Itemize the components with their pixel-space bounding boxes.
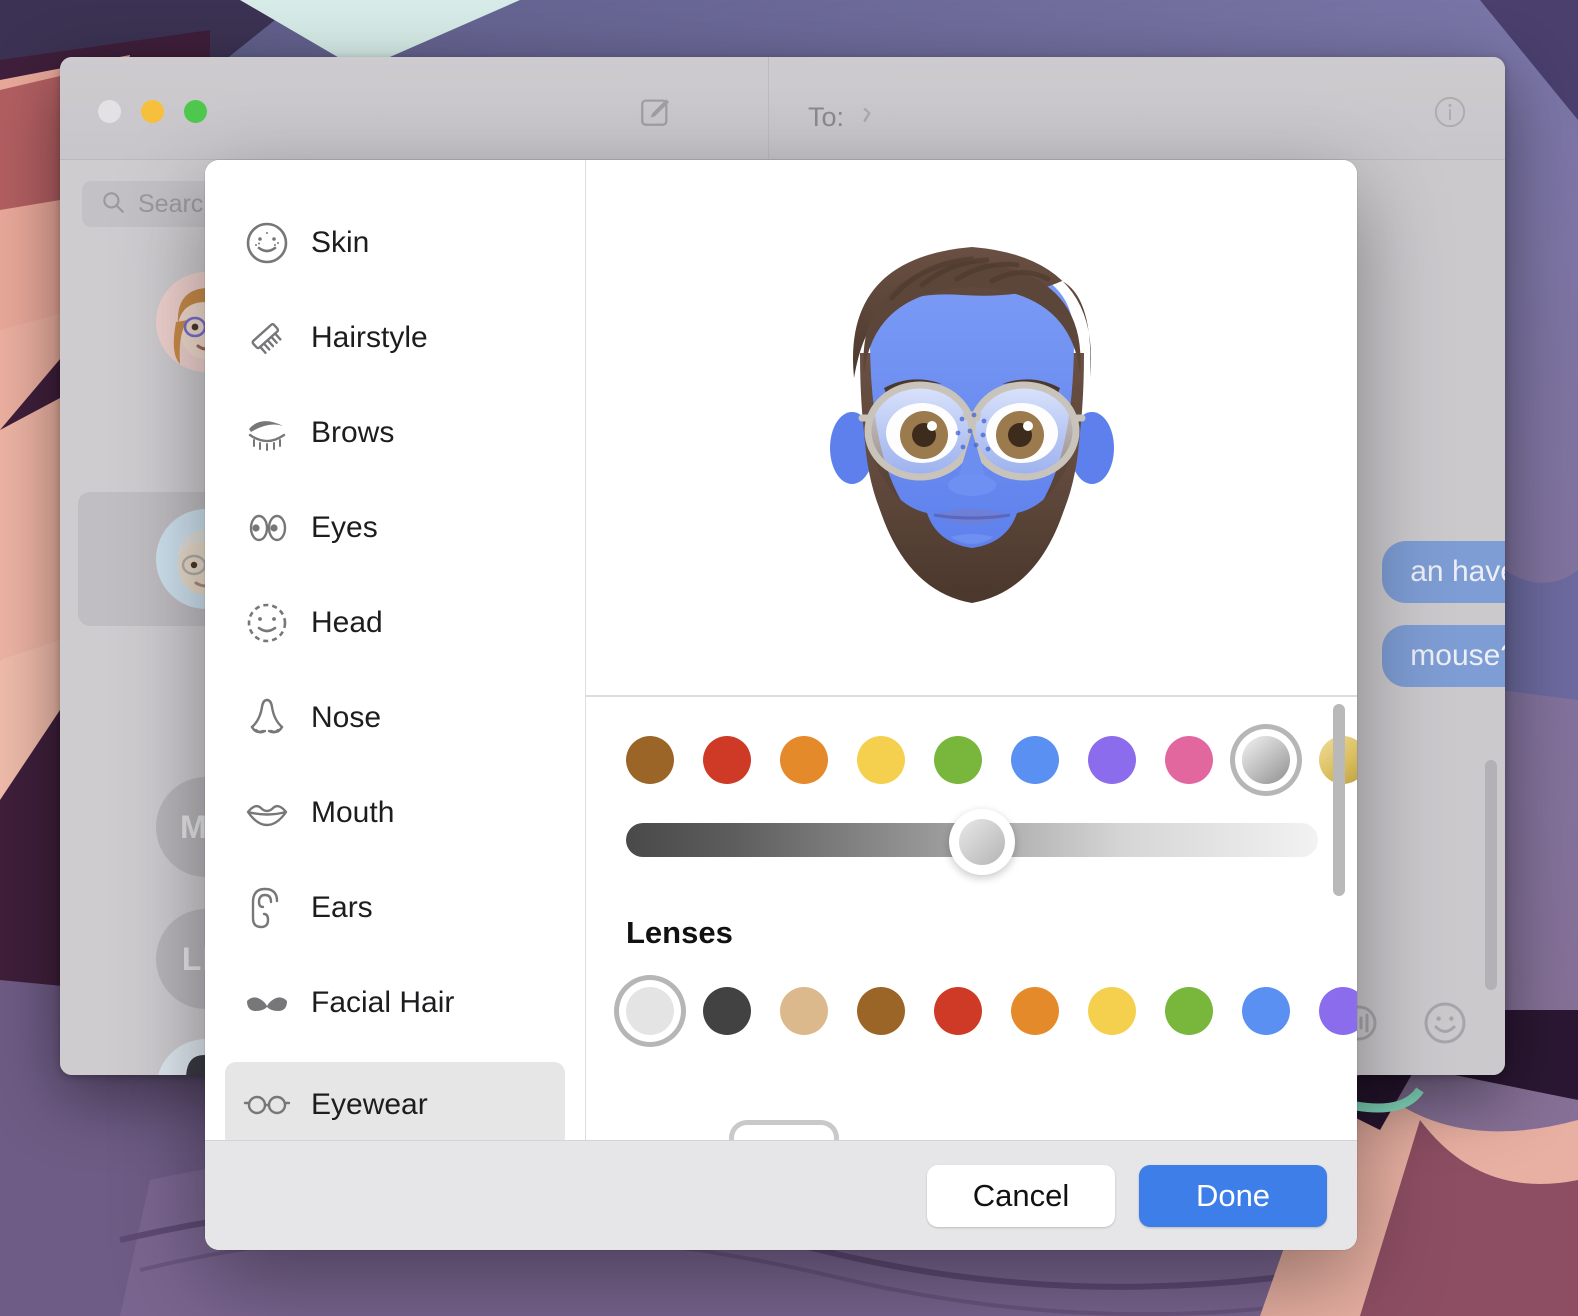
swatch-green[interactable] — [934, 736, 982, 784]
minimize-button[interactable] — [141, 100, 164, 123]
swatch-yellow[interactable] — [857, 736, 905, 784]
sidebar-item-label: Mouth — [311, 796, 394, 830]
maximize-button[interactable] — [184, 100, 207, 123]
mustache-icon — [243, 979, 291, 1027]
sidebar-item-label: Brows — [311, 416, 394, 450]
close-button[interactable] — [98, 100, 121, 123]
lenses-section-title: Lenses — [626, 915, 1317, 951]
swatch-red[interactable] — [934, 987, 982, 1035]
memoji-editor-dialog: Skin Hairstyle — [205, 160, 1357, 1250]
eyewear-options-area: Lenses — [586, 696, 1357, 1140]
info-circle-icon[interactable] — [1433, 95, 1467, 129]
swatch-black[interactable] — [703, 987, 751, 1035]
sidebar-item-hairstyle[interactable]: Hairstyle — [225, 302, 565, 374]
compose-pencil-icon[interactable] — [638, 95, 672, 129]
head-dashed-icon — [243, 599, 291, 647]
swatch-pink[interactable] — [1165, 736, 1213, 784]
swatch-green[interactable] — [1165, 987, 1213, 1035]
category-sidebar: Skin Hairstyle — [205, 160, 586, 1140]
nose-icon — [243, 694, 291, 742]
swatch-purple[interactable] — [1319, 987, 1357, 1035]
ear-icon — [243, 884, 291, 932]
frame-tone-slider[interactable] — [626, 817, 1317, 863]
sidebar-item-eyewear[interactable]: Eyewear — [225, 1062, 565, 1140]
sidebar-item-mouth[interactable]: Mouth — [225, 777, 565, 849]
sidebar-item-ears[interactable]: Ears — [225, 872, 565, 944]
lens-color-swatch-row — [626, 973, 1317, 1049]
swatch-blue[interactable] — [1011, 736, 1059, 784]
sidebar-item-skin[interactable]: Skin — [225, 207, 565, 279]
options-scrollbar[interactable] — [1333, 704, 1345, 896]
swatch-orange[interactable] — [1011, 987, 1059, 1035]
dialog-footer: Cancel Done — [205, 1140, 1357, 1250]
sidebar-item-eyes[interactable]: Eyes — [225, 492, 565, 564]
swatch-blue[interactable] — [1242, 987, 1290, 1035]
swatch-yellow[interactable] — [1088, 987, 1136, 1035]
titlebar-divider — [768, 57, 769, 160]
cancel-button[interactable]: Cancel — [927, 1165, 1115, 1227]
sidebar-item-brows[interactable]: Brows — [225, 397, 565, 469]
sidebar-item-label: Facial Hair — [311, 986, 454, 1020]
frame-color-swatch-row — [626, 722, 1317, 798]
frame-style-option[interactable] — [729, 1120, 839, 1140]
swatch-red[interactable] — [703, 736, 751, 784]
sidebar-item-label: Eyes — [311, 511, 378, 545]
done-button[interactable]: Done — [1139, 1165, 1327, 1227]
sidebar-item-label: Head — [311, 606, 383, 640]
sidebar-item-label: Nose — [311, 701, 381, 735]
message-bubble: an have — [1382, 541, 1505, 603]
swatch-clear-selected[interactable] — [626, 987, 674, 1035]
swatch-orange[interactable] — [780, 736, 828, 784]
sidebar-item-label: Skin — [311, 226, 369, 260]
emoji-smiley-icon[interactable] — [1421, 999, 1469, 1047]
dialog-body: Skin Hairstyle — [205, 160, 1357, 1140]
eyes-icon — [243, 504, 291, 552]
search-icon — [100, 189, 126, 220]
memoji-preview-area — [586, 160, 1357, 696]
lips-icon — [243, 789, 291, 837]
memoji-avatar-preview — [812, 203, 1132, 653]
swatch-brown[interactable] — [857, 987, 905, 1035]
to-field-label: To: — [808, 102, 844, 133]
sidebar-item-nose[interactable]: Nose — [225, 682, 565, 754]
glasses-icon — [243, 1081, 291, 1129]
conversation-scrollbar[interactable] — [1485, 760, 1497, 990]
swatch-tan[interactable] — [780, 987, 828, 1035]
message-bubble: mouse? — [1382, 625, 1505, 687]
skin-face-icon — [243, 219, 291, 267]
sidebar-item-label: Ears — [311, 891, 373, 925]
window-titlebar: To: — [60, 57, 1505, 160]
options-divider — [586, 696, 1357, 697]
sidebar-item-facial-hair[interactable]: Facial Hair — [225, 967, 565, 1039]
swatch-purple[interactable] — [1088, 736, 1136, 784]
swatch-brown[interactable] — [626, 736, 674, 784]
to-field-recipient-token[interactable] — [856, 104, 878, 126]
swatch-silver-selected[interactable] — [1242, 736, 1290, 784]
sidebar-item-label: Eyewear — [311, 1088, 428, 1122]
traffic-light-buttons — [98, 100, 207, 123]
sidebar-item-label: Hairstyle — [311, 321, 428, 355]
category-content: Lenses — [586, 160, 1357, 1140]
sidebar-item-head[interactable]: Head — [225, 587, 565, 659]
slider-thumb[interactable] — [949, 809, 1015, 875]
comb-icon — [243, 314, 291, 362]
eyebrow-icon — [243, 409, 291, 457]
